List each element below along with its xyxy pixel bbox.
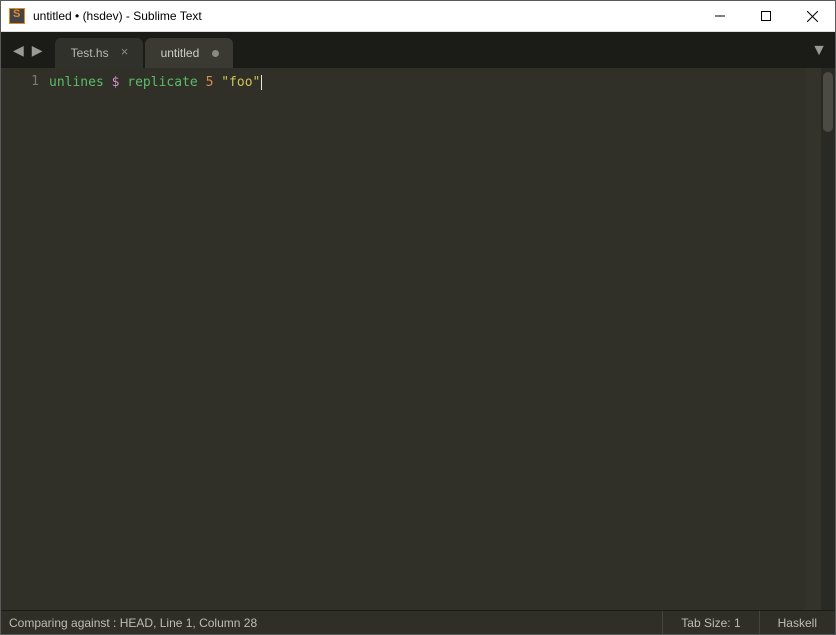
nav-back-icon[interactable]: ◀	[9, 38, 28, 63]
text-caret	[261, 75, 262, 90]
window-titlebar: untitled • (hsdev) - Sublime Text	[1, 1, 835, 32]
close-icon	[807, 11, 818, 22]
maximize-button[interactable]	[743, 1, 789, 32]
tab-label: untitled	[161, 46, 200, 60]
minimap[interactable]	[805, 68, 821, 610]
app-icon	[9, 8, 25, 24]
maximize-icon	[761, 11, 771, 21]
token-function: replicate	[127, 75, 197, 90]
status-left[interactable]: Comparing against : HEAD, Line 1, Column…	[1, 616, 662, 630]
status-bar: Comparing against : HEAD, Line 1, Column…	[1, 610, 835, 634]
tab-label: Test.hs	[71, 46, 109, 60]
tab-test-hs[interactable]: Test.hs ×	[55, 38, 143, 68]
status-syntax[interactable]: Haskell	[759, 611, 835, 634]
token-number: 5	[206, 75, 214, 90]
close-button[interactable]	[789, 1, 835, 32]
tab-close-icon[interactable]: ×	[119, 46, 131, 58]
window-title: untitled • (hsdev) - Sublime Text	[33, 9, 202, 23]
minimize-icon	[715, 11, 725, 21]
minimize-button[interactable]	[697, 1, 743, 32]
tab-untitled[interactable]: untitled	[145, 38, 234, 68]
code-editor[interactable]: unlines $ replicate 5 "foo"	[49, 68, 805, 610]
line-number: 1	[1, 74, 39, 89]
token-function: unlines	[49, 75, 104, 90]
nav-arrows: ◀ ▶	[1, 32, 55, 68]
token-operator: $	[112, 75, 120, 90]
line-gutter: 1	[1, 68, 49, 610]
tab-strip: ◀ ▶ Test.hs × untitled ▼	[1, 32, 835, 68]
editor-area: 1 unlines $ replicate 5 "foo"	[1, 68, 835, 610]
tab-overflow-icon[interactable]: ▼	[811, 42, 827, 60]
nav-forward-icon[interactable]: ▶	[28, 38, 47, 63]
dirty-indicator-icon	[212, 50, 219, 57]
status-tab-size[interactable]: Tab Size: 1	[662, 611, 758, 634]
token-string: "foo"	[221, 75, 260, 90]
vertical-scrollbar[interactable]	[821, 68, 835, 610]
scrollbar-thumb[interactable]	[823, 72, 833, 132]
